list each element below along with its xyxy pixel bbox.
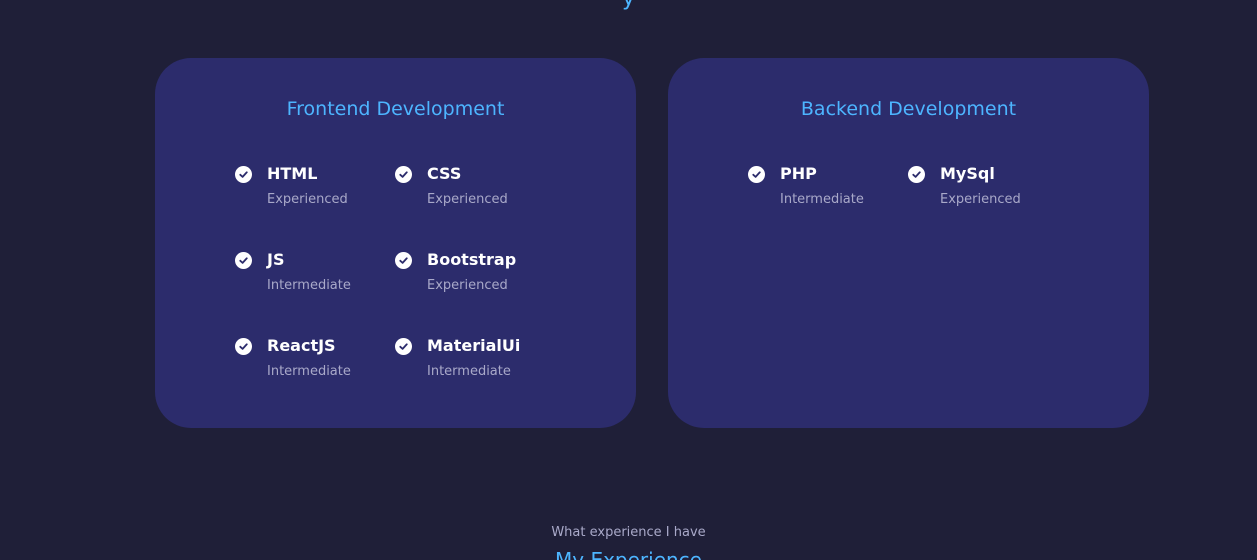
- check-badge-icon: [748, 166, 765, 183]
- check-badge-icon: [395, 166, 412, 183]
- skill-level: Experienced: [427, 278, 508, 293]
- frontend-title: Frontend Development: [286, 98, 505, 120]
- check-badge-icon: [908, 166, 925, 183]
- skill-item: JS Intermediate: [235, 249, 395, 297]
- skill-item: PHP Intermediate: [748, 163, 908, 211]
- skill-item: ReactJS Intermediate: [235, 335, 395, 383]
- skill-name: Bootstrap: [427, 250, 517, 269]
- page: y Frontend Development HTML Experienced …: [0, 0, 1257, 560]
- skill-level: Intermediate: [427, 364, 511, 379]
- backend-skills-grid: PHP Intermediate MySql Experienced: [748, 163, 1108, 211]
- skill-name: CSS: [427, 164, 462, 183]
- backend-title: Backend Development: [800, 98, 1017, 120]
- section-title-clipped: y: [0, 0, 1257, 10]
- backend-card: Backend Development PHP Intermediate MyS…: [668, 58, 1149, 428]
- check-badge-icon: [235, 338, 252, 355]
- check-badge-icon: [235, 252, 252, 269]
- skill-name: ReactJS: [267, 336, 336, 355]
- experience-title: My Experience: [555, 548, 702, 560]
- skill-item: MySql Experienced: [908, 163, 1068, 211]
- skill-level: Intermediate: [780, 192, 864, 207]
- experience-subtitle: What experience I have: [551, 525, 706, 540]
- skill-level: Experienced: [427, 192, 508, 207]
- skill-level: Experienced: [940, 192, 1021, 207]
- skill-item: MaterialUi Intermediate: [395, 335, 555, 383]
- skill-item: HTML Experienced: [235, 163, 395, 211]
- skill-level: Intermediate: [267, 278, 351, 293]
- check-badge-icon: [395, 252, 412, 269]
- skill-name: MaterialUi: [427, 336, 521, 355]
- check-badge-icon: [395, 338, 412, 355]
- skill-name: HTML: [267, 164, 318, 183]
- skill-level: Experienced: [267, 192, 348, 207]
- skill-name: JS: [267, 250, 285, 269]
- skill-item: CSS Experienced: [395, 163, 555, 211]
- skill-level: Intermediate: [267, 364, 351, 379]
- frontend-skills-grid: HTML Experienced CSS Experienced JS Inte…: [235, 163, 595, 383]
- skill-name: PHP: [780, 164, 817, 183]
- skill-name: MySql: [940, 164, 995, 183]
- skill-item: Bootstrap Experienced: [395, 249, 555, 297]
- frontend-card: Frontend Development HTML Experienced CS…: [155, 58, 636, 428]
- check-badge-icon: [235, 166, 252, 183]
